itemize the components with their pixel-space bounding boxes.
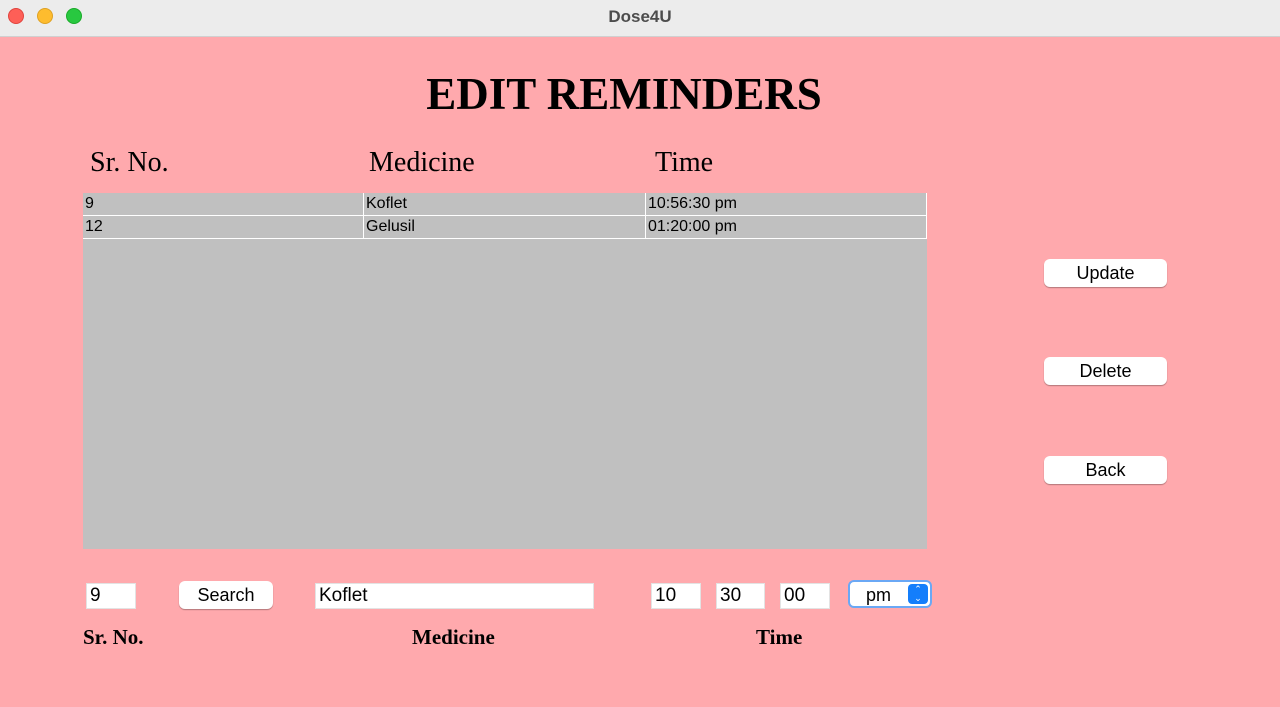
page-title: EDIT REMINDERS (426, 69, 822, 119)
back-button[interactable]: Back (1044, 456, 1167, 484)
title-bar: Dose4U (0, 0, 1280, 37)
window-title: Dose4U (608, 7, 672, 26)
ampm-select[interactable]: pm ⌃ ⌄ (848, 580, 932, 608)
minute-input[interactable] (716, 583, 765, 609)
reminders-table[interactable]: 9 Koflet 10:56:30 pm 12 Gelusil 01:20:00… (83, 193, 927, 549)
ampm-select-value: pm (866, 585, 892, 605)
table-cell-sr-no[interactable]: 9 (83, 193, 364, 215)
column-header-sr-no: Sr. No. (90, 147, 169, 178)
time-label: Time (756, 625, 803, 649)
medicine-input[interactable] (315, 583, 594, 609)
chevron-up-down-icon: ⌃ ⌄ (908, 584, 928, 604)
search-button[interactable]: Search (179, 581, 273, 609)
hour-input[interactable] (651, 583, 701, 609)
table-cell-time[interactable]: 10:56:30 pm (646, 193, 927, 215)
table-row[interactable]: 12 Gelusil 01:20:00 pm (83, 216, 927, 239)
table-row[interactable]: 9 Koflet 10:56:30 pm (83, 193, 927, 216)
sr-no-label: Sr. No. (83, 625, 144, 649)
second-input[interactable] (780, 583, 830, 609)
update-button[interactable]: Update (1044, 259, 1167, 287)
table-cell-sr-no[interactable]: 12 (83, 216, 364, 238)
column-header-medicine: Medicine (369, 147, 475, 178)
sr-no-input[interactable] (86, 583, 136, 609)
table-cell-time[interactable]: 01:20:00 pm (646, 216, 927, 238)
medicine-label: Medicine (412, 625, 495, 649)
column-header-time: Time (655, 147, 714, 178)
table-cell-medicine[interactable]: Koflet (364, 193, 646, 215)
delete-button[interactable]: Delete (1044, 357, 1167, 385)
table-cell-medicine[interactable]: Gelusil (364, 216, 646, 238)
